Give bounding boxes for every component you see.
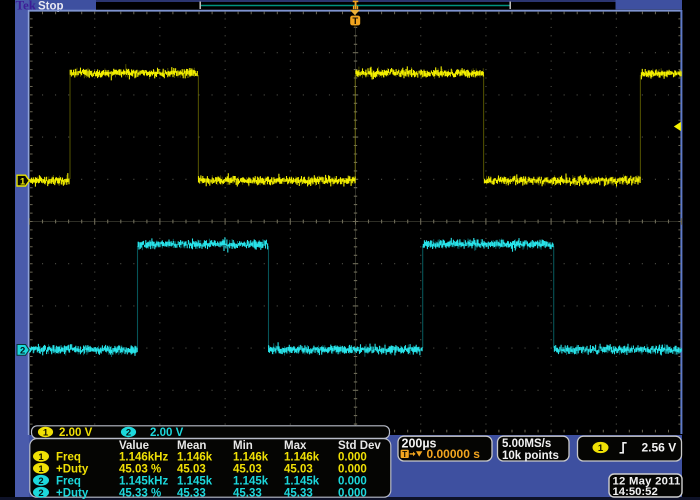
svg-text:0.000: 0.000 xyxy=(338,451,367,463)
svg-text:45.03: 45.03 xyxy=(177,463,206,475)
svg-text:0.00000 s: 0.00000 s xyxy=(427,447,481,461)
svg-text:1: 1 xyxy=(598,443,604,454)
svg-text:2: 2 xyxy=(38,488,43,499)
svg-text:45.33: 45.33 xyxy=(233,487,262,499)
svg-text:1.145k: 1.145k xyxy=(233,475,269,487)
svg-text:Max: Max xyxy=(284,440,307,452)
svg-text:+Duty: +Duty xyxy=(56,463,89,475)
svg-text:Mean: Mean xyxy=(177,440,206,452)
svg-text:1: 1 xyxy=(38,464,44,475)
svg-text:45.33: 45.33 xyxy=(177,487,206,499)
svg-text:T: T xyxy=(352,16,358,27)
svg-text:1: 1 xyxy=(43,428,49,439)
svg-text:1.146k: 1.146k xyxy=(233,451,269,463)
svg-text:45.03: 45.03 xyxy=(233,463,262,475)
svg-text:Freq: Freq xyxy=(56,475,81,487)
svg-text:14:50:52: 14:50:52 xyxy=(613,486,658,498)
svg-text:10k points: 10k points xyxy=(502,450,559,462)
svg-text:Value: Value xyxy=(119,440,149,452)
svg-text:1.145k: 1.145k xyxy=(284,475,320,487)
svg-text:2.56 V: 2.56 V xyxy=(642,441,677,455)
svg-text:1.145kHz: 1.145kHz xyxy=(119,475,168,487)
svg-text:2.00 V: 2.00 V xyxy=(150,427,184,439)
svg-text:Freq: Freq xyxy=(56,451,81,463)
svg-text:0.000: 0.000 xyxy=(338,463,367,475)
svg-text:45.33: 45.33 xyxy=(284,487,313,499)
svg-text:T: T xyxy=(402,450,407,459)
svg-text:Std Dev: Std Dev xyxy=(338,440,381,452)
svg-text:+Duty: +Duty xyxy=(56,487,89,499)
svg-text:1: 1 xyxy=(38,452,44,463)
svg-text:1.146k: 1.146k xyxy=(284,451,320,463)
svg-text:2.00 V: 2.00 V xyxy=(59,427,93,439)
svg-text:Min: Min xyxy=(233,440,253,452)
svg-text:45.33 %: 45.33 % xyxy=(119,487,161,499)
svg-text:2: 2 xyxy=(126,428,131,439)
svg-text:45.03: 45.03 xyxy=(284,463,313,475)
svg-text:0.000: 0.000 xyxy=(338,487,367,499)
svg-text:2: 2 xyxy=(20,346,25,357)
svg-text:2: 2 xyxy=(38,476,43,487)
svg-text:5.00MS/s: 5.00MS/s xyxy=(502,438,551,450)
svg-text:1.146kHz: 1.146kHz xyxy=(119,451,168,463)
svg-text:1: 1 xyxy=(20,176,26,187)
svg-text:1.145k: 1.145k xyxy=(177,475,213,487)
svg-text:45.03 %: 45.03 % xyxy=(119,463,161,475)
svg-text:0.000: 0.000 xyxy=(338,475,367,487)
svg-text:1.146k: 1.146k xyxy=(177,451,213,463)
